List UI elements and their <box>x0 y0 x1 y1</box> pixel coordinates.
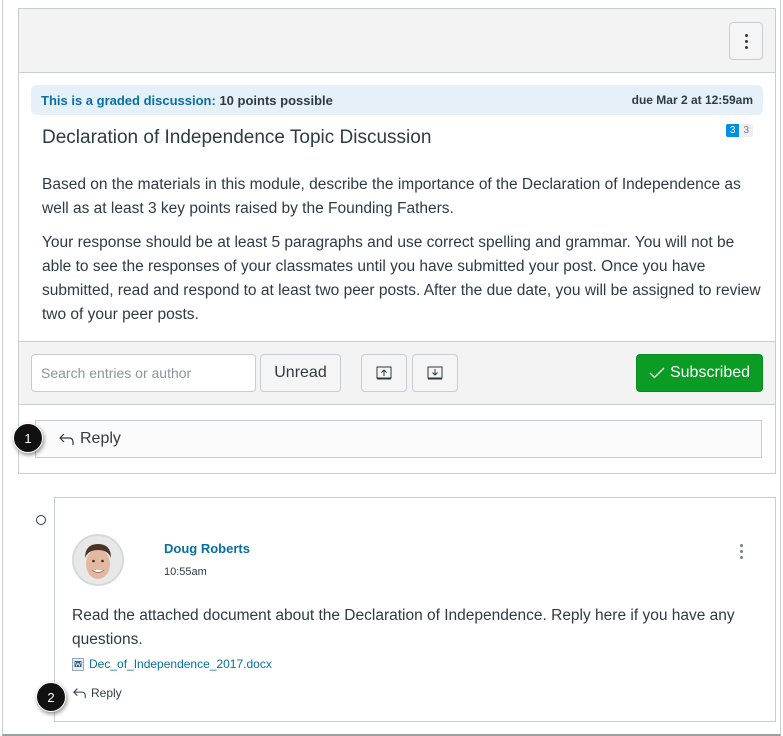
graded-discussion-banner: This is a graded discussion: 10 points p… <box>31 85 763 115</box>
points-possible: 10 points possible <box>219 92 333 108</box>
author-name-link[interactable]: Doug Roberts <box>164 541 250 556</box>
discussion-topic: This is a graded discussion: 10 points p… <box>18 8 776 474</box>
step-callout-2: 2 <box>36 682 66 712</box>
search-entries-input[interactable] <box>31 354 256 392</box>
collapse-all-icon <box>376 366 392 380</box>
post-timestamp: 10:55am <box>164 566 207 578</box>
total-count: 3 <box>739 124 753 137</box>
unread-count: 3 <box>725 124 740 137</box>
reply-arrow-icon <box>73 688 86 699</box>
expand-all-icon <box>427 366 443 380</box>
discussion-entry: Doug Roberts 10:55am Read the attached d… <box>54 497 776 722</box>
graded-label: This is a graded discussion: <box>41 92 216 108</box>
topic-options-button[interactable] <box>729 22 763 60</box>
reply-count-badge: 3 3 <box>725 124 753 137</box>
entry-message: Read the attached document about the Dec… <box>72 607 735 648</box>
step-callout-1: 1 <box>13 423 43 453</box>
entry-reply-button[interactable]: Reply <box>72 686 122 700</box>
attachment-filename: Dec_of_Independence_2017.docx <box>89 657 272 671</box>
entry-reply-label: Reply <box>91 686 122 700</box>
entry-options-button[interactable] <box>738 542 745 561</box>
subscribed-button[interactable]: Subscribed <box>636 354 763 392</box>
discussion-toolbar: Unread Subscribed <box>19 341 775 405</box>
kebab-vertical-icon <box>740 544 743 547</box>
read-state-indicator[interactable] <box>36 515 46 525</box>
topic-title: Declaration of Independence Topic Discus… <box>42 127 432 148</box>
subscribed-label: Subscribed <box>669 364 751 381</box>
topic-header <box>19 9 775 73</box>
page-frame: This is a graded discussion: 10 points p… <box>2 0 781 736</box>
reply-arrow-icon <box>59 433 74 445</box>
expand-replies-button[interactable] <box>412 354 458 392</box>
attachment-link[interactable]: Dec_of_Independence_2017.docx <box>72 657 272 671</box>
word-document-icon <box>72 657 84 671</box>
topic-paragraph: Your response should be at least 5 parag… <box>42 234 761 323</box>
due-date: due Mar 2 at 12:59am <box>631 93 753 107</box>
unread-filter-button[interactable]: Unread <box>260 354 341 392</box>
collapse-replies-button[interactable] <box>361 354 407 392</box>
topic-message: Based on the materials in this module, d… <box>42 173 762 337</box>
avatar-image <box>74 536 122 584</box>
kebab-vertical-icon <box>744 33 748 49</box>
topic-paragraph: Based on the materials in this module, d… <box>42 176 741 217</box>
avatar[interactable] <box>72 534 124 586</box>
topic-reply-button[interactable]: Reply <box>35 420 762 458</box>
reply-label: Reply <box>80 430 121 447</box>
checkmark-icon <box>649 367 665 379</box>
